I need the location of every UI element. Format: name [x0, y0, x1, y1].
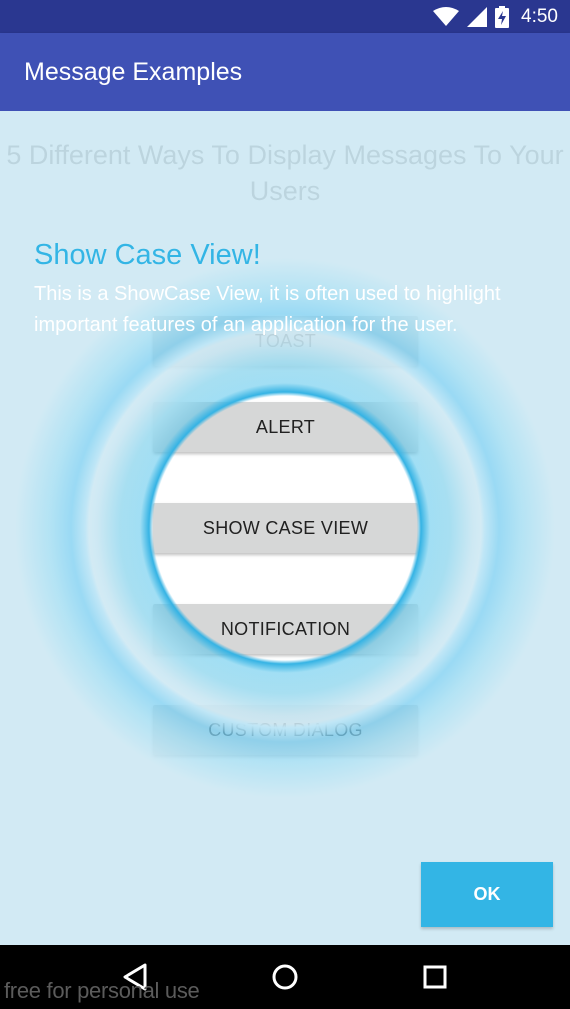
clock: 4:50: [521, 5, 558, 27]
battery-charging-icon: [495, 5, 510, 28]
main-content: 5 Different Ways To Display Messages To …: [0, 111, 570, 945]
signal-icon: [467, 6, 488, 27]
recents-icon[interactable]: [415, 957, 455, 997]
status-bar: 4:50: [0, 0, 570, 33]
showcase-description: This is a ShowCase View, it is often use…: [34, 283, 501, 336]
show-case-view-button[interactable]: SHOW CASE VIEW: [153, 503, 418, 553]
watermark: free for personal use: [4, 978, 200, 1003]
page-heading: 5 Different Ways To Display Messages To …: [6, 140, 564, 206]
wifi-icon: [433, 6, 460, 27]
app-bar: Message Examples: [0, 33, 570, 111]
app-title: Message Examples: [24, 57, 243, 86]
alert-button[interactable]: ALERT: [153, 402, 418, 452]
showcase-title: Show Case View!: [34, 239, 261, 271]
ok-button[interactable]: OK: [421, 862, 553, 927]
notification-button[interactable]: NOTIFICATION: [153, 604, 418, 654]
home-icon[interactable]: [265, 957, 305, 997]
custom-dialog-button[interactable]: CUSTOM DIALOG: [153, 705, 418, 755]
